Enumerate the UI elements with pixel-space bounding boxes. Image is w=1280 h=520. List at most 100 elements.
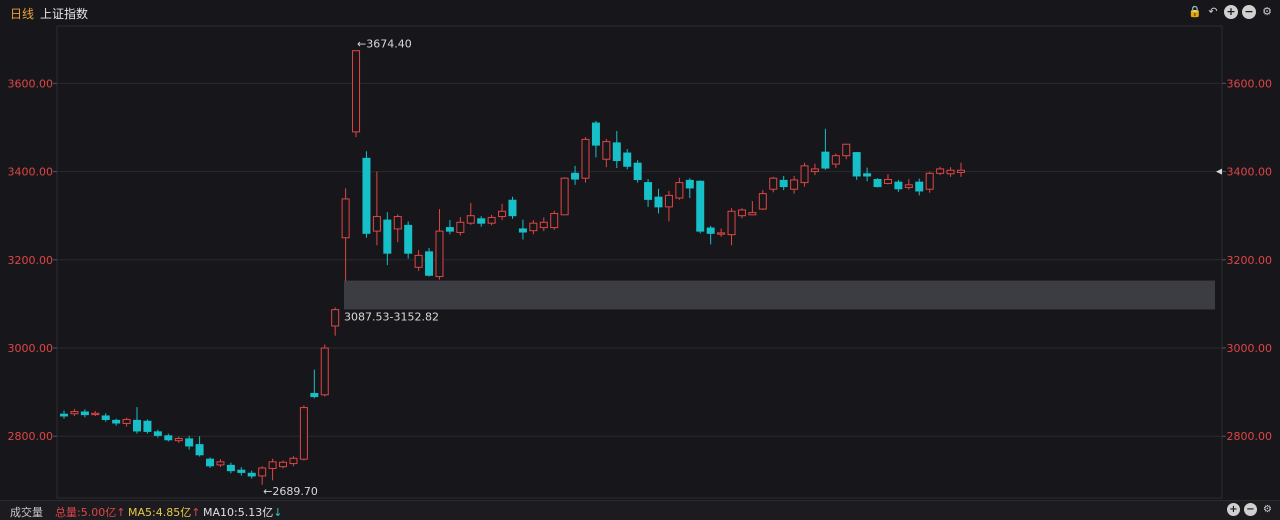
candle — [372, 171, 381, 246]
candle — [331, 307, 340, 336]
candle — [404, 221, 413, 259]
candle-body — [946, 169, 955, 175]
candle — [591, 120, 600, 158]
grid — [56, 25, 1223, 499]
y-tick-label-left: 3600.00 — [8, 77, 54, 90]
candle-body — [122, 418, 131, 424]
volume-total: 总量:5.00亿↑ — [55, 504, 125, 520]
candle-body — [518, 228, 527, 233]
gear-icon[interactable]: ⚙ — [1261, 503, 1274, 516]
candle-body — [602, 141, 611, 160]
plot-frame — [56, 25, 1223, 499]
candle — [279, 460, 288, 469]
candle — [383, 212, 392, 266]
y-tick-label-right: 3600.00 — [1227, 77, 1273, 90]
candle — [758, 190, 767, 210]
candle — [174, 436, 183, 443]
candle-body — [685, 179, 694, 189]
zoom-in-icon[interactable]: + — [1227, 503, 1240, 516]
candle-body — [633, 162, 642, 181]
candle — [925, 171, 934, 193]
candle — [883, 174, 892, 185]
candle — [112, 418, 121, 426]
candle — [821, 128, 830, 170]
candle-body — [393, 216, 402, 230]
candle-body — [852, 152, 861, 177]
volume-ma10: MA10:5.13亿↓ — [203, 504, 282, 520]
candle — [602, 138, 611, 168]
volume-title: 成交量 — [10, 506, 43, 519]
candle-body — [706, 227, 715, 234]
candle — [352, 50, 361, 138]
candle-body — [873, 179, 882, 188]
candle-body — [425, 251, 434, 276]
candle — [341, 188, 350, 281]
candle-body — [112, 419, 121, 424]
candle-body — [226, 464, 235, 472]
candle — [425, 247, 434, 277]
candle — [748, 201, 757, 216]
volume-bar: 成交量 总量:5.00亿↑ MA5:4.85亿↑ MA10:5.13亿↓ + −… — [0, 500, 1280, 520]
candle — [539, 217, 548, 232]
candle-body — [936, 168, 945, 174]
candle — [445, 220, 454, 235]
candle-body — [737, 209, 746, 217]
candle — [706, 225, 715, 245]
candle-body — [80, 411, 89, 416]
candle — [258, 466, 267, 485]
candle-body — [581, 138, 590, 179]
candle — [393, 214, 402, 243]
candle — [550, 210, 559, 230]
candle-body — [372, 216, 381, 232]
y-tick-label-left: 2800.00 — [8, 430, 54, 443]
candle — [779, 175, 788, 191]
candle-body — [206, 458, 215, 467]
candle-body — [445, 227, 454, 232]
zone-label: 3087.53-3152.82 — [344, 310, 439, 323]
candle-body — [894, 181, 903, 190]
candle-body — [331, 309, 340, 327]
candle-body — [352, 50, 361, 133]
high-label: ←3674.40 — [357, 38, 412, 51]
candle — [633, 160, 642, 183]
candle-body — [289, 457, 298, 465]
volume-ma10-text: MA10:5.13亿 — [203, 506, 274, 519]
candle — [164, 433, 173, 442]
y-tick-label-right: 3400.00 — [1227, 166, 1273, 179]
candle-body — [539, 221, 548, 229]
candle — [915, 178, 924, 196]
volume-ma5: MA5:4.85亿↑ — [128, 504, 200, 520]
candle-body — [404, 224, 413, 254]
y-tick-label-left: 3200.00 — [8, 254, 54, 267]
candle — [216, 459, 225, 468]
candle — [122, 417, 131, 427]
candle-body — [237, 469, 246, 473]
candle — [414, 250, 423, 271]
candle-body — [60, 413, 68, 417]
candle — [675, 177, 684, 200]
candle-body — [821, 151, 830, 169]
up-arrow-icon: ↑ — [116, 506, 126, 519]
candle-body — [831, 155, 840, 165]
candle — [936, 166, 945, 176]
candle-body — [279, 461, 288, 468]
candle — [769, 176, 778, 193]
candle — [717, 228, 726, 237]
zoom-out-icon[interactable]: − — [1244, 503, 1257, 516]
candle-body — [623, 152, 632, 167]
candle — [810, 163, 819, 176]
candle-body — [258, 467, 267, 477]
candle — [790, 175, 799, 194]
candle-body — [414, 254, 423, 268]
candle-body — [466, 215, 475, 224]
candle-body — [174, 437, 183, 442]
candle — [581, 137, 590, 183]
candle — [529, 220, 538, 235]
y-tick-label-left: 3000.00 — [8, 342, 54, 355]
candle — [904, 179, 913, 190]
candle-body — [925, 172, 934, 190]
candle — [310, 369, 319, 399]
candle — [237, 467, 246, 476]
candle-body — [612, 142, 621, 162]
candle — [852, 152, 861, 180]
